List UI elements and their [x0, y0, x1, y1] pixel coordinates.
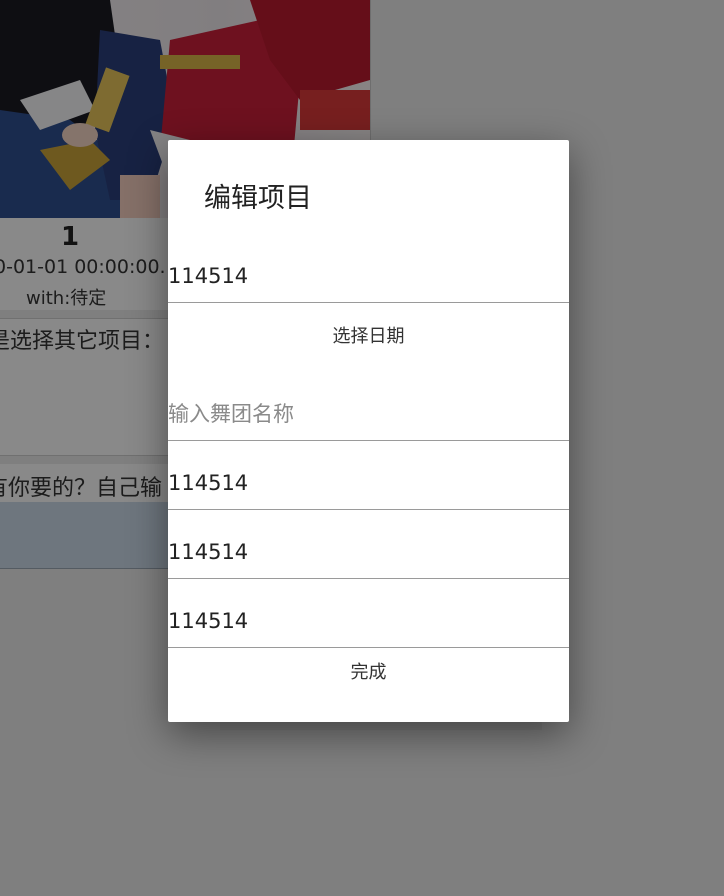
troupe-name-input[interactable]: [168, 402, 548, 426]
project-field-5: [168, 579, 569, 648]
project-field-1: [168, 234, 569, 303]
select-date-button[interactable]: 选择日期: [168, 303, 569, 371]
project-field-4-input[interactable]: [168, 540, 548, 564]
project-field-3-input[interactable]: [168, 471, 548, 495]
project-field-3: [168, 441, 569, 510]
edit-project-dialog: 编辑项目 选择日期 完成: [168, 140, 569, 722]
troupe-name-field: [168, 372, 569, 441]
project-field-1-input[interactable]: [168, 264, 548, 288]
project-field-4: [168, 510, 569, 579]
done-button[interactable]: 完成: [168, 646, 569, 700]
dialog-title: 编辑项目: [204, 183, 312, 214]
project-field-5-input[interactable]: [168, 609, 548, 633]
